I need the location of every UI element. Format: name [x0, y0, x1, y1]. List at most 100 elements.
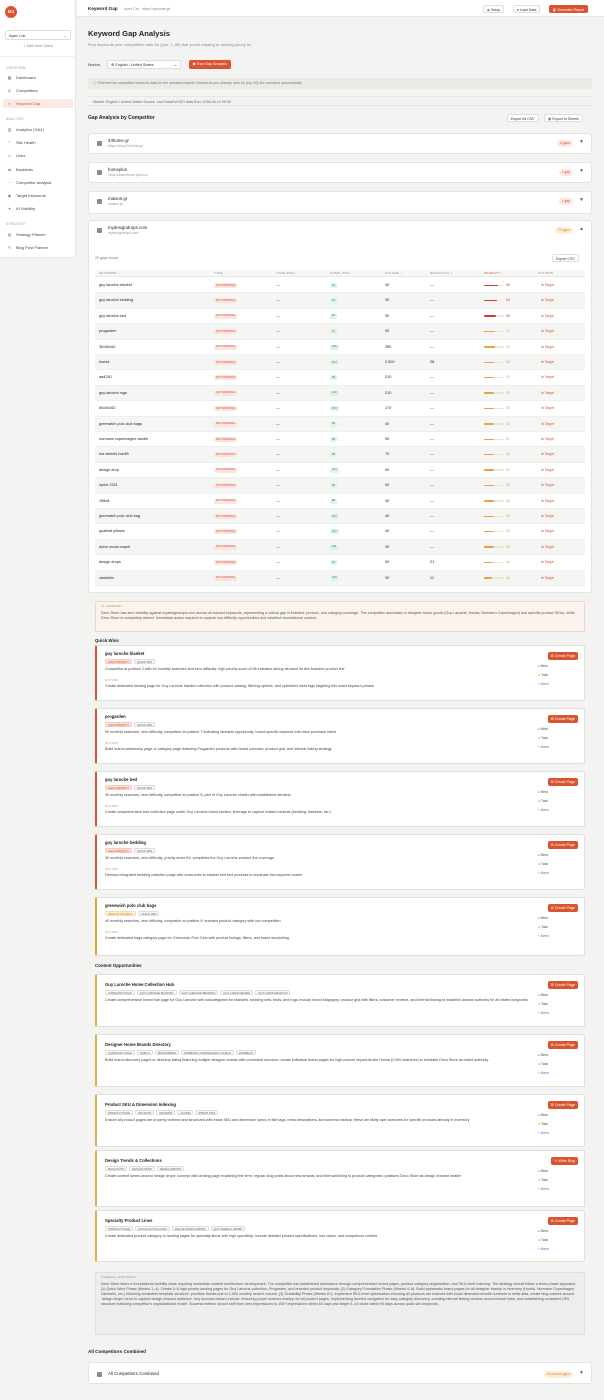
create-page-button[interactable]: ⊞ Create Page — [547, 841, 578, 849]
target-button[interactable]: ⊕ Target — [541, 499, 554, 503]
competitor-card[interactable]: 24home.gr https://www.24home.gr/2 gaps ▼ — [88, 133, 592, 154]
add-client-link[interactable]: + Add New Client — [0, 44, 76, 49]
col-priority[interactable]: PRIORITY ↓ — [484, 271, 503, 276]
check-alerts[interactable]: + Alerts — [538, 745, 549, 749]
client-select[interactable]: Apex Car ⌄ — [5, 30, 71, 40]
create-page-button[interactable]: ⊞ Create Page — [547, 715, 578, 723]
expand-caret-icon[interactable]: ▼ — [579, 168, 584, 174]
check-alerts[interactable]: + Alerts — [538, 871, 549, 875]
check-task[interactable]: ● Task — [538, 673, 548, 677]
check-alerts[interactable]: + Alerts — [538, 1187, 549, 1191]
check-meta[interactable]: ● Meta — [537, 853, 548, 857]
check-task[interactable]: ● Task — [538, 1002, 548, 1006]
target-button[interactable]: ⊕ Target — [541, 283, 554, 287]
expand-caret-icon[interactable]: ▲ — [579, 226, 584, 232]
target-button[interactable]: ⊕ Target — [541, 468, 554, 472]
target-button[interactable]: ⊕ Target — [541, 314, 554, 318]
create-page-button[interactable]: ⊞ Create Page — [547, 778, 578, 786]
col-your-pos[interactable]: YOUR POS ↕ — [276, 271, 297, 276]
expand-caret-icon[interactable]: ▼ — [579, 1370, 584, 1376]
competitor-card[interactable]: maison.gr maison.gr 1 gap ▼ — [88, 191, 592, 214]
target-button[interactable]: ⊕ Target — [541, 545, 554, 549]
check-task[interactable]: ● Task — [538, 1178, 548, 1182]
col-difficulty[interactable]: DIFFICULTY ↕ — [430, 271, 452, 276]
check-alerts[interactable]: + Alerts — [538, 1247, 549, 1251]
check-meta[interactable]: ● Meta — [537, 664, 548, 668]
run-gap-analysis-button[interactable]: ▶ Run Gap Analysis — [189, 60, 232, 69]
target-button[interactable]: ⊕ Target — [541, 360, 554, 364]
target-button[interactable]: ⊕ Target — [541, 345, 554, 349]
sidebar-item-competitor-analysis[interactable]: ◔ Competitor Analysis — [3, 178, 73, 187]
competitor-card[interactable]: homeplus https://www.home-plus.eu/1 gap ▼ — [88, 162, 592, 183]
check-task[interactable]: ● Task — [538, 1238, 548, 1242]
target-button[interactable]: ⊕ Target — [541, 437, 554, 441]
sidebar-item-links[interactable]: ∞ Links — [3, 151, 73, 160]
check-alerts[interactable]: + Alerts — [538, 1131, 549, 1135]
check-task[interactable]: ● Task — [538, 1062, 548, 1066]
check-task[interactable]: ● Task — [538, 925, 548, 929]
all-competitors-card[interactable]: All Competitors Combined 24 unique gaps … — [88, 1362, 592, 1384]
check-task[interactable]: ● Task — [538, 799, 548, 803]
check-alerts[interactable]: + Alerts — [538, 682, 549, 686]
target-button[interactable]: ⊕ Target — [541, 298, 554, 302]
check-task[interactable]: ● Task — [538, 736, 548, 740]
check-meta[interactable]: ● Meta — [537, 1229, 548, 1233]
check-meta[interactable]: ● Meta — [537, 993, 548, 997]
sidebar-item-dashboard[interactable]: ▦ Dashboard — [3, 73, 73, 82]
target-button[interactable]: ⊕ Target — [541, 483, 554, 487]
expand-caret-icon[interactable]: ▼ — [579, 197, 584, 203]
sidebar-item-target-keywords[interactable]: ◉ Target Keywords — [3, 191, 73, 200]
create-page-button[interactable]: ⊞ Create Page — [547, 904, 578, 912]
col-keyword[interactable]: KEYWORD ↕ — [99, 271, 119, 276]
create-page-button[interactable]: ⊞ Create Page — [547, 1041, 578, 1049]
create-page-button[interactable]: ⊞ Create Page — [547, 1101, 578, 1109]
expand-caret-icon[interactable]: ▼ — [579, 139, 584, 145]
create-page-button[interactable]: ⊞ Create Page — [547, 1217, 578, 1225]
target-button[interactable]: ⊕ Target — [541, 514, 554, 518]
target-button[interactable]: ⊕ Target — [541, 406, 554, 410]
sidebar-item-backlinks[interactable]: ⇄ Backlinks — [3, 165, 73, 174]
target-button[interactable]: ⊕ Target — [541, 452, 554, 456]
check-alerts[interactable]: + Alerts — [538, 808, 549, 812]
target-button[interactable]: ⊕ Target — [541, 576, 554, 580]
setup-button[interactable]: ◆ Setup — [483, 5, 505, 13]
check-meta[interactable]: ● Meta — [537, 1113, 548, 1117]
check-alerts[interactable]: + Alerts — [538, 1071, 549, 1075]
check-meta[interactable]: ● Meta — [537, 916, 548, 920]
export-sheets-button[interactable]: ▦ Export to Sheets — [544, 114, 583, 122]
sidebar-item-competitors[interactable]: ◎ Competitors — [3, 86, 73, 95]
check-task[interactable]: ● Task — [538, 1122, 548, 1126]
sidebar-item-ai-visibility[interactable]: ✦ AI Visibility — [3, 204, 73, 213]
check-meta[interactable]: ● Meta — [537, 1053, 548, 1057]
app-logo[interactable]: MJ — [5, 6, 17, 18]
target-button[interactable]: ⊕ Target — [541, 391, 554, 395]
priority-score: 52 — [506, 390, 510, 395]
target-button[interactable]: ⊕ Target — [541, 375, 554, 379]
col-comp-pos[interactable]: COMP. POS ↕ — [330, 271, 352, 276]
priority-bar — [484, 346, 504, 348]
col-volume[interactable]: VOLUME ↕ — [385, 271, 402, 276]
generate-report-button[interactable]: ◧ Generate Report — [549, 5, 589, 13]
load-data-button[interactable]: ▾ Load Data — [513, 5, 541, 13]
sidebar-item-site-health[interactable]: ♡ Site Health — [3, 138, 73, 147]
target-button[interactable]: ⊕ Target — [541, 529, 554, 533]
target-button[interactable]: ⊕ Target — [541, 560, 554, 564]
sidebar-item-analytics-ga4-[interactable]: ▥ Analytics (GA4) — [3, 125, 73, 134]
check-meta[interactable]: ● Meta — [537, 1169, 548, 1173]
check-meta[interactable]: ● Meta — [537, 790, 548, 794]
sidebar-item-keyword-gap[interactable]: ⌕ Keyword Gap — [3, 99, 73, 109]
check-meta[interactable]: ● Meta — [537, 727, 548, 731]
target-button[interactable]: ⊕ Target — [541, 329, 554, 333]
check-task[interactable]: ● Task — [538, 862, 548, 866]
sidebar-item-strategy-planner[interactable]: ▤ Strategy Planner — [3, 230, 73, 239]
create-page-button[interactable]: ⊞ Create Page — [547, 981, 578, 989]
check-alerts[interactable]: + Alerts — [538, 1011, 549, 1015]
market-select[interactable]: ⊕ English / United States ⌄ — [107, 60, 181, 69]
check-alerts[interactable]: + Alerts — [538, 934, 549, 938]
create-page-button[interactable]: ⊞ Create Page — [547, 652, 578, 660]
target-button[interactable]: ⊕ Target — [541, 422, 554, 426]
export-csv-button[interactable]: Export CSV — [552, 254, 579, 262]
export-all-csv-button[interactable]: Export All CSV — [507, 114, 539, 122]
sidebar-item-blog-post-planner[interactable]: ✎ Blog Post Planner — [3, 243, 73, 252]
write-blog-button[interactable]: ✎ Write Blog — [551, 1157, 578, 1165]
